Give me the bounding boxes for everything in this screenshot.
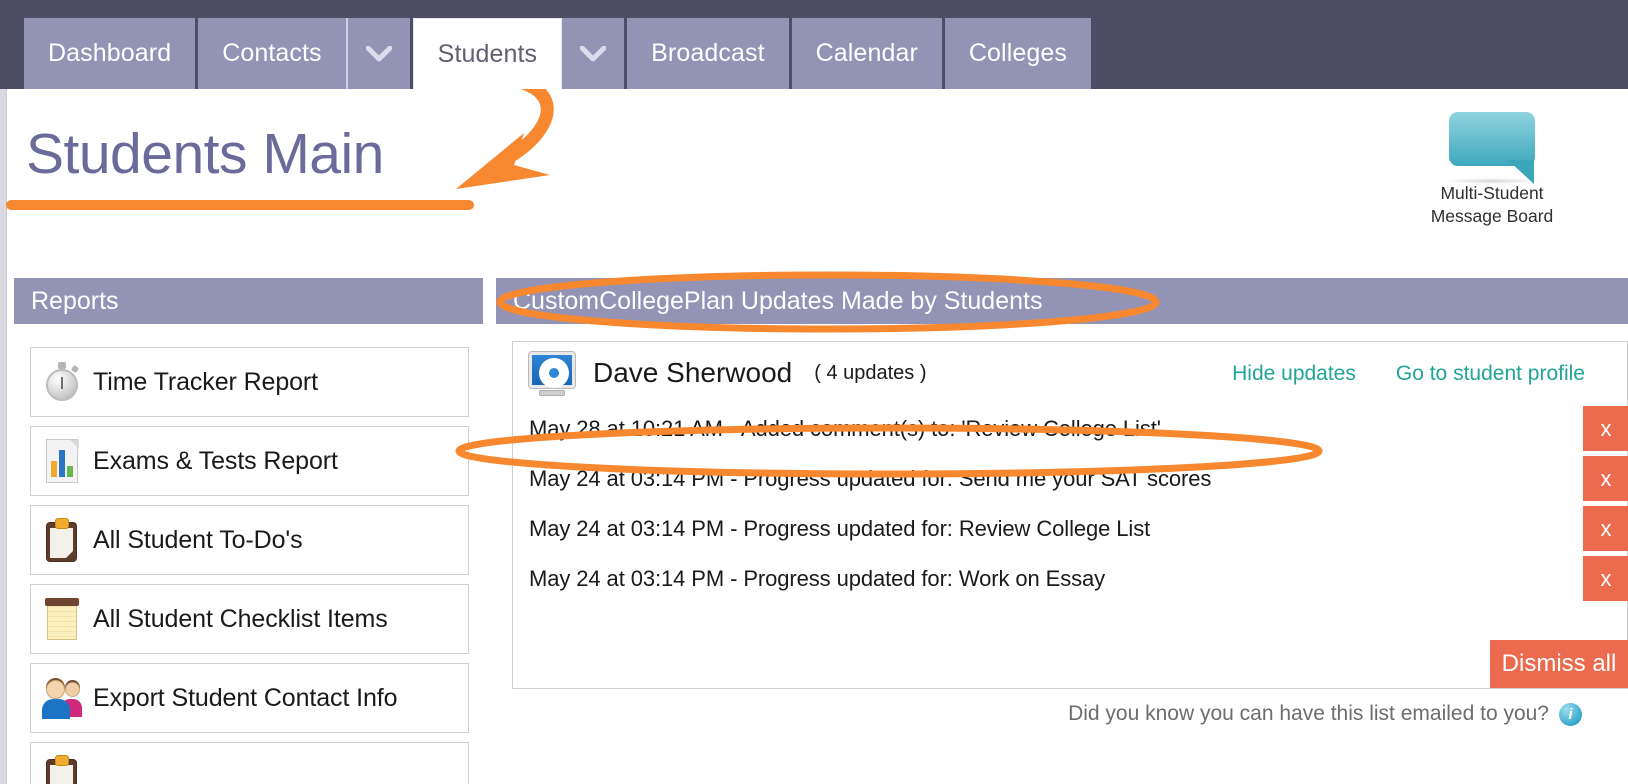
hide-updates-link[interactable]: Hide updates	[1232, 362, 1356, 386]
stopwatch-icon	[31, 358, 93, 406]
reports-list: Time Tracker Report Exams & Tests Report…	[30, 347, 469, 784]
report-item-label: Time Tracker Report	[93, 367, 319, 396]
bar-chart-document-icon	[31, 437, 93, 485]
student-header-row: Dave Sherwood ( 4 updates ) Hide updates…	[513, 342, 1627, 404]
tab-students[interactable]: Students	[412, 18, 563, 89]
tab-group-students: Students	[412, 18, 625, 89]
chevron-down-icon	[365, 45, 392, 61]
reports-section-header: Reports	[14, 278, 483, 324]
update-text: May 28 at 10:21 AM - Added comment(s) to…	[529, 416, 1161, 441]
dismiss-update-button[interactable]: x	[1583, 556, 1628, 601]
message-board-label-line2: Message Board	[1430, 206, 1554, 226]
tab-colleges-label: Colleges	[968, 39, 1067, 67]
updates-panel: Dave Sherwood ( 4 updates ) Hide updates…	[512, 341, 1628, 689]
dismiss-all-button[interactable]: Dismiss all	[1490, 640, 1628, 688]
update-row: May 28 at 10:21 AM - Added comment(s) to…	[513, 404, 1628, 454]
student-name: Dave Sherwood	[593, 357, 793, 388]
tab-students-label: Students	[437, 39, 538, 68]
report-item-label: All Student Checklist Items	[93, 604, 388, 633]
speech-bubble-icon	[1402, 108, 1582, 184]
dismiss-update-button[interactable]: x	[1583, 506, 1628, 551]
tab-contacts[interactable]: Contacts	[198, 18, 346, 89]
monitor-gear-icon	[527, 350, 579, 396]
tab-broadcast[interactable]: Broadcast	[627, 18, 789, 89]
page-title: Students Main	[26, 122, 384, 186]
go-to-student-profile-link[interactable]: Go to student profile	[1396, 362, 1585, 386]
two-people-icon	[31, 674, 93, 722]
tab-group-contacts: Contacts	[198, 18, 410, 89]
tab-dashboard-label: Dashboard	[48, 39, 172, 67]
chevron-down-icon	[580, 45, 607, 61]
report-item-all-student-checklist[interactable]: All Student Checklist Items	[30, 584, 469, 654]
partial-icon	[31, 753, 93, 784]
tab-colleges[interactable]: Colleges	[944, 18, 1091, 89]
tab-calendar[interactable]: Calendar	[791, 18, 942, 89]
tab-contacts-label: Contacts	[222, 39, 322, 67]
dismiss-update-button[interactable]: x	[1583, 456, 1628, 501]
dismiss-update-button[interactable]: x	[1583, 406, 1628, 451]
report-item-label: All Student To-Do's	[93, 525, 303, 554]
report-item-export-contact-info[interactable]: Export Student Contact Info	[30, 663, 469, 733]
reports-section-title: Reports	[31, 286, 119, 315]
student-header-links: Hide updates Go to student profile	[1232, 362, 1585, 386]
footer-note: Did you know you can have this list emai…	[1068, 702, 1582, 726]
report-item-exams-tests[interactable]: Exams & Tests Report	[30, 426, 469, 496]
tab-students-dropdown[interactable]	[562, 18, 625, 89]
updates-section-title: CustomCollegePlan Updates Made by Studen…	[513, 286, 1043, 315]
report-item-label: Exams & Tests Report	[93, 446, 338, 475]
tab-broadcast-label: Broadcast	[651, 39, 765, 67]
updates-count: ( 4 updates )	[814, 361, 927, 384]
top-navigation-bar: Dashboard Contacts Students Broadcast Ca…	[0, 0, 1628, 89]
message-board-label-line1: Multi-Student	[1440, 183, 1544, 203]
app-root: Dashboard Contacts Students Broadcast Ca…	[0, 0, 1628, 784]
update-row: May 24 at 03:14 PM - Progress updated fo…	[513, 554, 1628, 604]
annotation-title-underline	[6, 200, 474, 210]
report-item-next-partial[interactable]	[30, 742, 469, 784]
update-row: May 24 at 03:14 PM - Progress updated fo…	[513, 454, 1628, 504]
update-row: May 24 at 03:14 PM - Progress updated fo…	[513, 504, 1628, 554]
update-text: May 24 at 03:14 PM - Progress updated fo…	[529, 516, 1151, 541]
report-item-label: Export Student Contact Info	[93, 683, 398, 712]
clipboard-icon	[31, 516, 93, 564]
info-icon[interactable]: i	[1559, 702, 1582, 726]
multi-student-message-board-button[interactable]: Multi-Student Message Board	[1402, 108, 1582, 228]
nav-tabs: Dashboard Contacts Students Broadcast Ca…	[24, 18, 1094, 89]
updates-section-header: CustomCollegePlan Updates Made by Studen…	[496, 278, 1628, 324]
page-left-edge	[0, 0, 7, 784]
tab-contacts-dropdown[interactable]	[347, 18, 410, 89]
tab-calendar-label: Calendar	[815, 39, 918, 67]
report-item-all-student-todos[interactable]: All Student To-Do's	[30, 505, 469, 575]
report-item-time-tracker[interactable]: Time Tracker Report	[30, 347, 469, 417]
tab-dashboard[interactable]: Dashboard	[24, 18, 196, 89]
notepad-icon	[31, 595, 93, 643]
update-text: May 24 at 03:14 PM - Progress updated fo…	[529, 566, 1106, 591]
footer-note-text: Did you know you can have this list emai…	[1068, 702, 1549, 725]
update-text: May 24 at 03:14 PM - Progress updated fo…	[529, 466, 1212, 491]
